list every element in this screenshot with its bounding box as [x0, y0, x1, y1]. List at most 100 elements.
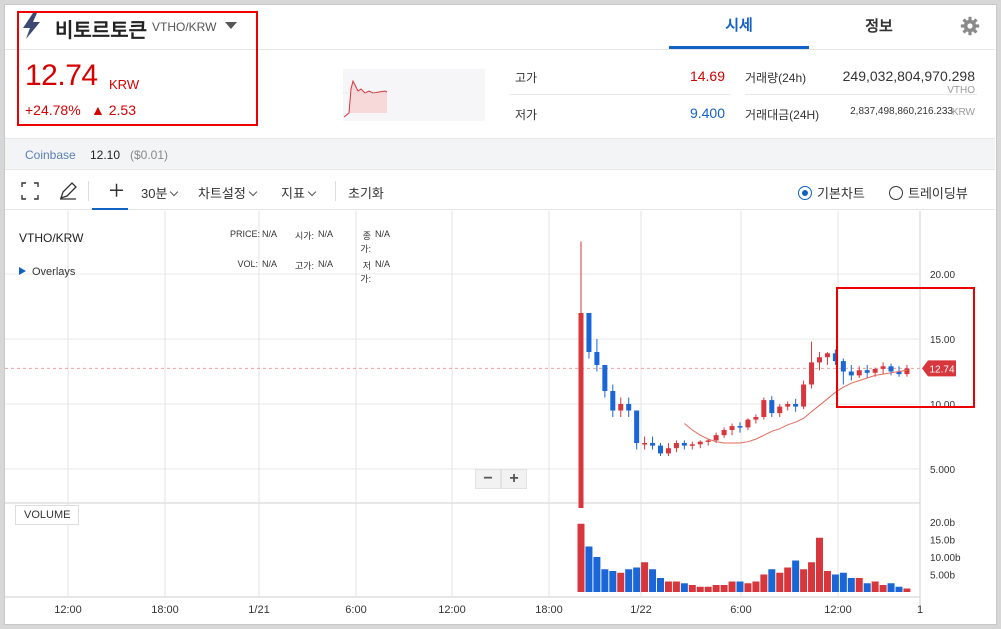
info-high-value: N/A — [318, 259, 334, 269]
chevron-down-icon — [248, 187, 258, 197]
amount-unit: KRW — [951, 107, 975, 118]
info-close-value: N/A — [375, 229, 391, 239]
x-tick-label: 18:00 — [535, 604, 563, 616]
volume-bar — [792, 560, 800, 592]
volume-bar — [657, 578, 664, 592]
stat-divider — [745, 94, 977, 95]
info-high-label: 고가: — [294, 261, 314, 271]
volume-bar — [672, 581, 680, 592]
sparkline-chart — [343, 69, 485, 121]
price-highlight-box — [836, 287, 975, 408]
radio-tradingview[interactable]: 트레이딩뷰 — [889, 183, 968, 202]
exchange-bar: Coinbase 12.10 ($0.01) — [5, 138, 995, 170]
volume-bar — [585, 546, 593, 592]
low-label: 저가 — [515, 108, 538, 122]
low-value: 9.400 — [689, 105, 725, 121]
info-open-label: 시가: — [294, 231, 314, 241]
amount-value: 2,837,498,860,216.233 — [850, 106, 953, 117]
volume-bar — [680, 583, 688, 592]
volume-bar — [641, 562, 649, 592]
volume-value: 249,032,804,970.298 — [842, 68, 975, 84]
volume-bar — [879, 585, 887, 592]
price-chart[interactable]: 12:00 18:00 1/21 6:00 12:00 18:00 1/22 6:00 12:0… — [5, 211, 995, 625]
tab-info[interactable]: 정보 — [809, 5, 949, 49]
x-tick-label: 1/22 — [630, 604, 651, 616]
candle-body — [793, 404, 799, 407]
volume-bar — [776, 572, 784, 592]
interval-label: 30분 — [141, 186, 168, 201]
volume-bar — [744, 583, 752, 592]
info-price-label: PRICE: — [230, 229, 261, 239]
pencil-icon[interactable] — [57, 180, 79, 202]
volume-bar — [768, 569, 776, 592]
info-vol-value: N/A — [262, 259, 278, 269]
candle-body — [681, 443, 687, 446]
volume-bar — [696, 586, 704, 592]
candle-body — [737, 426, 743, 428]
candle-body — [673, 443, 679, 449]
indicators-label: 지표 — [281, 186, 305, 201]
x-tick-label: 12:00 — [438, 604, 466, 616]
volume-bar — [625, 569, 633, 592]
volume-bar — [871, 581, 879, 592]
app-window: 비토르토큰 VTHO/KRW 시세 정보 12.74 KRW +24.78% ▲… — [4, 4, 997, 625]
toolbar-divider — [335, 181, 336, 201]
x-tick-label: 6:00 — [345, 604, 366, 616]
chart-symbol: VTHO/KRW — [19, 231, 84, 245]
crosshair-frame-icon[interactable] — [19, 180, 41, 202]
x-tick-label: 18:00 — [151, 604, 179, 616]
info-vol-label: VOL: — [237, 259, 258, 269]
candle-body — [689, 444, 695, 446]
reset-button[interactable]: 초기화 — [348, 183, 384, 202]
volume-bar — [760, 574, 768, 592]
interval-dropdown[interactable]: 30분 — [141, 183, 179, 202]
chevron-down-icon — [170, 187, 179, 197]
volume-bar — [649, 569, 657, 592]
gear-icon[interactable] — [960, 16, 980, 36]
zoom-out-button[interactable]: − — [475, 469, 501, 489]
volume-bar — [895, 586, 903, 592]
volume-tick-label: 20.0b — [930, 518, 955, 529]
volume-label: 거래량(24h) — [745, 71, 807, 85]
volume-bar — [816, 537, 823, 592]
y-tick-label: 5.000 — [930, 465, 955, 476]
volume-bar — [863, 583, 871, 592]
volume-bar — [712, 585, 720, 592]
volume-bar — [823, 571, 831, 592]
exchange-name[interactable]: Coinbase — [25, 148, 76, 162]
candle-body — [642, 443, 648, 445]
volume-bar — [728, 581, 736, 592]
candle-body — [721, 430, 727, 436]
volume-bar — [887, 583, 895, 592]
plus-crosshair-icon[interactable] — [92, 180, 128, 210]
candle-body — [665, 448, 671, 454]
volume-tick-label: 10.00b — [930, 553, 961, 564]
zoom-in-button[interactable]: + — [501, 469, 527, 489]
tab-quote[interactable]: 시세 — [669, 5, 809, 49]
radio-unselected-icon — [889, 186, 903, 200]
volume-tick-label: 5.00b — [930, 571, 955, 582]
indicators-dropdown[interactable]: 지표 — [281, 183, 317, 202]
overlays-toggle[interactable]: Overlays — [19, 266, 75, 278]
candle-body — [697, 441, 703, 445]
volume-tick-label: 15.0b — [930, 536, 955, 547]
candle-body — [809, 362, 815, 385]
volume-bar — [577, 523, 585, 592]
ticker-highlight-box — [17, 11, 258, 126]
candle-body — [634, 410, 640, 443]
candle-body — [817, 357, 822, 363]
volume-bar — [831, 574, 839, 592]
volume-bar — [688, 585, 696, 592]
volume-bar — [903, 588, 911, 592]
radio-basic-chart[interactable]: 기본차트 — [798, 183, 865, 202]
chart-settings-dropdown[interactable]: 차트설정 — [198, 183, 258, 202]
volume-bar — [855, 578, 863, 592]
y-tick-label: 20.00 — [930, 270, 955, 281]
volume-bar — [633, 567, 641, 592]
volume-bar — [736, 581, 744, 592]
zoom-controls: − + — [475, 469, 527, 489]
price-chart-canvas[interactable]: 12:00 18:00 1/21 6:00 12:00 18:00 1/22 6:00 12:0… — [5, 211, 995, 625]
candle-body — [650, 443, 656, 446]
volume-bar — [784, 567, 792, 592]
volume-bar — [593, 557, 601, 592]
